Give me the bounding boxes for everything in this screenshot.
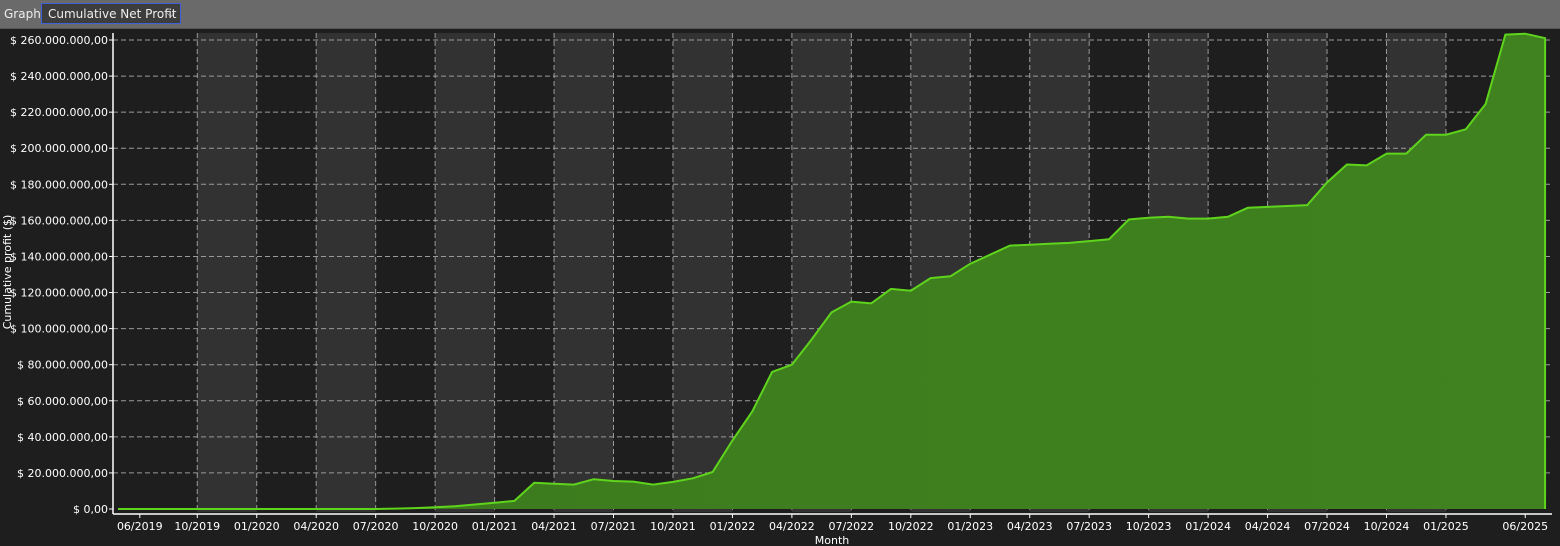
x-tick-label: 10/2023 xyxy=(1126,520,1172,533)
y-tick-label: $ 200.000.000,00 xyxy=(10,142,108,155)
x-tick-label: 04/2022 xyxy=(769,520,815,533)
x-tick-label: 10/2021 xyxy=(650,520,696,533)
alternating-band xyxy=(554,33,614,512)
y-tick-label: $ 40.000.000,00 xyxy=(17,431,108,444)
x-tick-label: 07/2024 xyxy=(1304,520,1350,533)
x-tick-label: 04/2024 xyxy=(1245,520,1291,533)
x-tick-label: 04/2020 xyxy=(293,520,339,533)
y-tick-label: $ 180.000.000,00 xyxy=(10,178,108,191)
alternating-band xyxy=(672,33,733,512)
y-tick-label: $ 60.000.000,00 xyxy=(17,395,108,408)
x-tick-label: 04/2021 xyxy=(531,520,577,533)
x-tick-label: 10/2024 xyxy=(1364,520,1410,533)
x-axis-title: Month xyxy=(815,534,850,546)
x-tick-label: 01/2021 xyxy=(472,520,518,533)
alternating-band xyxy=(316,33,376,512)
y-tick-label: $ 0,00 xyxy=(73,503,108,516)
x-tick-label: 10/2022 xyxy=(888,520,934,533)
y-tick-label: $ 140.000.000,00 xyxy=(10,250,108,263)
x-tick-label: 04/2023 xyxy=(1007,520,1053,533)
y-tick-label: $ 100.000.000,00 xyxy=(10,323,108,336)
cumulative-profit-chart: $ 0,00 $ 20.000.000,00 $ 40.000.000,00 $ 60… xyxy=(1,32,1552,546)
x-tick-label: 10/2020 xyxy=(412,520,458,533)
y-axis-title: Cumulative profit ($) xyxy=(1,215,14,330)
x-tick-label: 06/2025 xyxy=(1502,520,1548,533)
x-tick-label: 07/2022 xyxy=(828,520,874,533)
x-tick-label: 01/2020 xyxy=(234,520,280,533)
alternating-band xyxy=(435,33,495,512)
y-tick-label: $ 240.000.000,00 xyxy=(10,70,108,83)
alternating-band xyxy=(197,33,257,512)
x-tick-label: 01/2023 xyxy=(947,520,993,533)
x-tick-label: 10/2019 xyxy=(174,520,220,533)
x-tick-label: 07/2021 xyxy=(591,520,637,533)
x-tick-label: 01/2024 xyxy=(1185,520,1231,533)
x-tick-label: 06/2019 xyxy=(117,520,163,533)
x-tick-label: 01/2025 xyxy=(1423,520,1469,533)
x-tick-label: 01/2022 xyxy=(710,520,756,533)
x-tick-label: 07/2020 xyxy=(353,520,399,533)
y-tick-label: $ 120.000.000,00 xyxy=(10,287,108,300)
y-tick-label: $ 80.000.000,00 xyxy=(17,359,108,372)
y-tick-label: $ 260.000.000,00 xyxy=(10,34,108,47)
y-tick-label: $ 220.000.000,00 xyxy=(10,106,108,119)
y-tick-label: $ 20.000.000,00 xyxy=(17,467,108,480)
x-tick-label: 07/2023 xyxy=(1066,520,1112,533)
y-tick-label: $ 160.000.000,00 xyxy=(10,214,108,227)
